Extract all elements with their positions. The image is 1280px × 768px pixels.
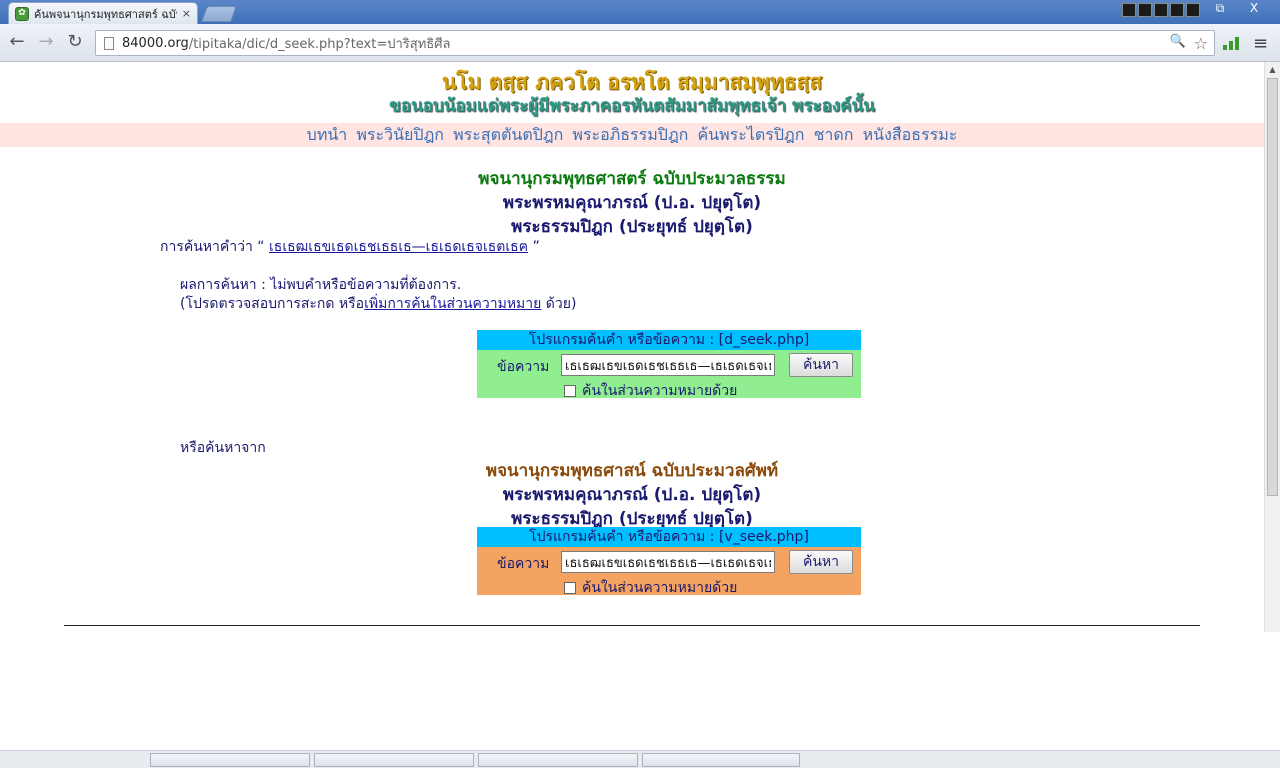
search-hint: (โปรดตรวจสอบการสะกด หรือเพิ่มการค้นในส่ว… bbox=[180, 293, 576, 315]
search-box-v-seek: โปรแกรมค้นคำ หรือข้อความ : [v_seek.php] … bbox=[477, 527, 861, 596]
nav-vinaya[interactable]: พระวินัยปิฎก bbox=[356, 125, 444, 144]
window-close-button[interactable]: X bbox=[1240, 0, 1268, 18]
search-meaning-checkbox-row[interactable]: ค้นในส่วนความหมายด้วย bbox=[564, 577, 737, 599]
nav-suttanta[interactable]: พระสุตตันตปิฎก bbox=[453, 125, 563, 144]
checkbox-label: ค้นในส่วนความหมายด้วย bbox=[582, 383, 738, 399]
window-titlebar: ✿ ค้นพจนานุกรมพุทธศาสตร์ ฉบับ × ⧉ X bbox=[0, 0, 1280, 24]
dict2-author1: พระพรหมคุณาภรณ์ (ป.อ. ปยุตฺโต) bbox=[502, 485, 762, 505]
taskbar-item[interactable] bbox=[314, 753, 474, 767]
browser-toolbar: ← → ↻ 84000.org/tipitaka/dic/d_seek.php?… bbox=[0, 24, 1280, 62]
search-button[interactable]: ค้นหา bbox=[789, 550, 853, 574]
url-path: /tipitaka/dic/d_seek.php?text=ปาริสุทธิศ… bbox=[188, 36, 451, 52]
vertical-scrollbar[interactable]: ▲ bbox=[1264, 62, 1280, 632]
new-tab-button[interactable] bbox=[201, 6, 237, 22]
search-term-link[interactable]: เธเธฒเธขเธดเธชเธธเธ—เธเธดเธจเธตเธฅ bbox=[269, 239, 528, 255]
checkbox-label: ค้นในส่วนความหมายด้วย bbox=[582, 580, 738, 596]
address-bar[interactable]: 84000.org/tipitaka/dic/d_seek.php?text=ป… bbox=[95, 30, 1215, 56]
search-prefix: การค้นหาคำว่า “ bbox=[160, 239, 265, 255]
search-input[interactable] bbox=[561, 551, 775, 573]
tray-app-icon[interactable] bbox=[1186, 3, 1200, 17]
taskbar bbox=[0, 750, 1280, 768]
nav-search-tipitaka[interactable]: ค้นพระไตรปิฎก bbox=[697, 125, 804, 144]
window-restore-button[interactable]: ⧉ bbox=[1206, 0, 1234, 18]
nav-dhamma-books[interactable]: หนังสือธรรมะ bbox=[863, 125, 958, 144]
hint-prefix: (โปรดตรวจสอบการสะกด หรือ bbox=[180, 296, 365, 312]
search-box-heading: โปรแกรมค้นคำ หรือข้อความ : [v_seek.php] bbox=[477, 527, 861, 547]
tab-close-icon[interactable]: × bbox=[182, 7, 191, 20]
search-input[interactable] bbox=[561, 354, 775, 376]
search-button[interactable]: ค้นหา bbox=[789, 353, 853, 377]
page-icon bbox=[104, 36, 114, 50]
scroll-thumb[interactable] bbox=[1267, 78, 1278, 496]
tray-app-icon[interactable] bbox=[1170, 3, 1184, 17]
dict1-author1: พระพรหมคุณาภรณ์ (ป.อ. ปยุตฺโต) bbox=[502, 193, 762, 213]
page-content: นโม ตสฺส ภควโต อรหโต สมฺมาสมฺพุทฺธสฺส ขอ… bbox=[0, 62, 1264, 750]
signal-icon[interactable] bbox=[1223, 36, 1241, 50]
bookmark-star-icon[interactable]: ☆ bbox=[1194, 34, 1208, 53]
tray-app-icon[interactable] bbox=[1138, 3, 1152, 17]
main-nav: บทนำ พระวินัยปิฎก พระสุตตันตปิฎก พระอภิธ… bbox=[0, 123, 1264, 147]
search-suffix: ” bbox=[532, 239, 540, 255]
nav-intro[interactable]: บทนำ bbox=[307, 125, 348, 144]
system-tray bbox=[1122, 3, 1202, 17]
url-host: 84000.org bbox=[122, 35, 189, 51]
browser-tab[interactable]: ✿ ค้นพจนานุกรมพุทธศาสตร์ ฉบับ × bbox=[8, 2, 198, 24]
search-label: ข้อความ bbox=[497, 556, 550, 572]
tray-app-icon[interactable] bbox=[1154, 3, 1168, 17]
hint-suffix: ด้วย) bbox=[541, 296, 577, 312]
back-button[interactable]: ← bbox=[6, 32, 28, 54]
search-label: ข้อความ bbox=[497, 359, 550, 375]
tray-app-icon[interactable] bbox=[1122, 3, 1136, 17]
search-box-d-seek: โปรแกรมค้นคำ หรือข้อความ : [d_seek.php] … bbox=[477, 330, 861, 399]
search-meaning-checkbox-row[interactable]: ค้นในส่วนความหมายด้วย bbox=[564, 380, 737, 402]
zoom-icon[interactable]: 🔍 bbox=[1169, 34, 1185, 53]
site-favicon-icon: ✿ bbox=[15, 6, 29, 21]
nav-jataka[interactable]: ชาดก bbox=[814, 125, 854, 144]
horizontal-divider bbox=[64, 625, 1200, 626]
search-meaning-checkbox[interactable] bbox=[564, 582, 576, 594]
nav-abhidhamma[interactable]: พระอภิธรรมปิฎก bbox=[572, 125, 688, 144]
search-meaning-checkbox[interactable] bbox=[564, 385, 576, 397]
dict2-title: พจนานุกรมพุทธศาสน์ ฉบับประมวลศัพท์ bbox=[485, 461, 779, 481]
taskbar-item[interactable] bbox=[150, 753, 310, 767]
dict1-title: พจนานุกรมพุทธศาสตร์ ฉบับประมวลธรรม bbox=[478, 169, 786, 189]
taskbar-item[interactable] bbox=[642, 753, 800, 767]
search-query-line: การค้นหาคำว่า “ เธเธฒเธขเธดเธชเธธเธ—เธเธ… bbox=[160, 236, 540, 258]
or-search-label: หรือค้นหาจาก bbox=[180, 440, 266, 456]
search-box-body: ข้อความ ค้นหา ค้นในส่วนความหมายด้วย bbox=[477, 350, 861, 399]
thai-homage: ขอนอบน้อมแด่พระผู้มีพระภาคอรหันตสัมมาสัม… bbox=[389, 96, 875, 116]
scroll-up-icon[interactable]: ▲ bbox=[1265, 62, 1280, 78]
search-box-heading: โปรแกรมค้นคำ หรือข้อความ : [d_seek.php] bbox=[477, 330, 861, 350]
tab-title: ค้นพจนานุกรมพุทธศาสตร์ ฉบับ bbox=[34, 7, 177, 21]
forward-button[interactable]: → bbox=[35, 32, 57, 54]
taskbar-item[interactable] bbox=[478, 753, 638, 767]
search-meaning-link[interactable]: เพิ่มการค้นในส่วนความหมาย bbox=[364, 296, 541, 312]
search-box-body: ข้อความ ค้นหา ค้นในส่วนความหมายด้วย bbox=[477, 547, 861, 596]
reload-button[interactable]: ↻ bbox=[64, 32, 86, 54]
browser-menu-icon[interactable]: ≡ bbox=[1253, 33, 1268, 54]
